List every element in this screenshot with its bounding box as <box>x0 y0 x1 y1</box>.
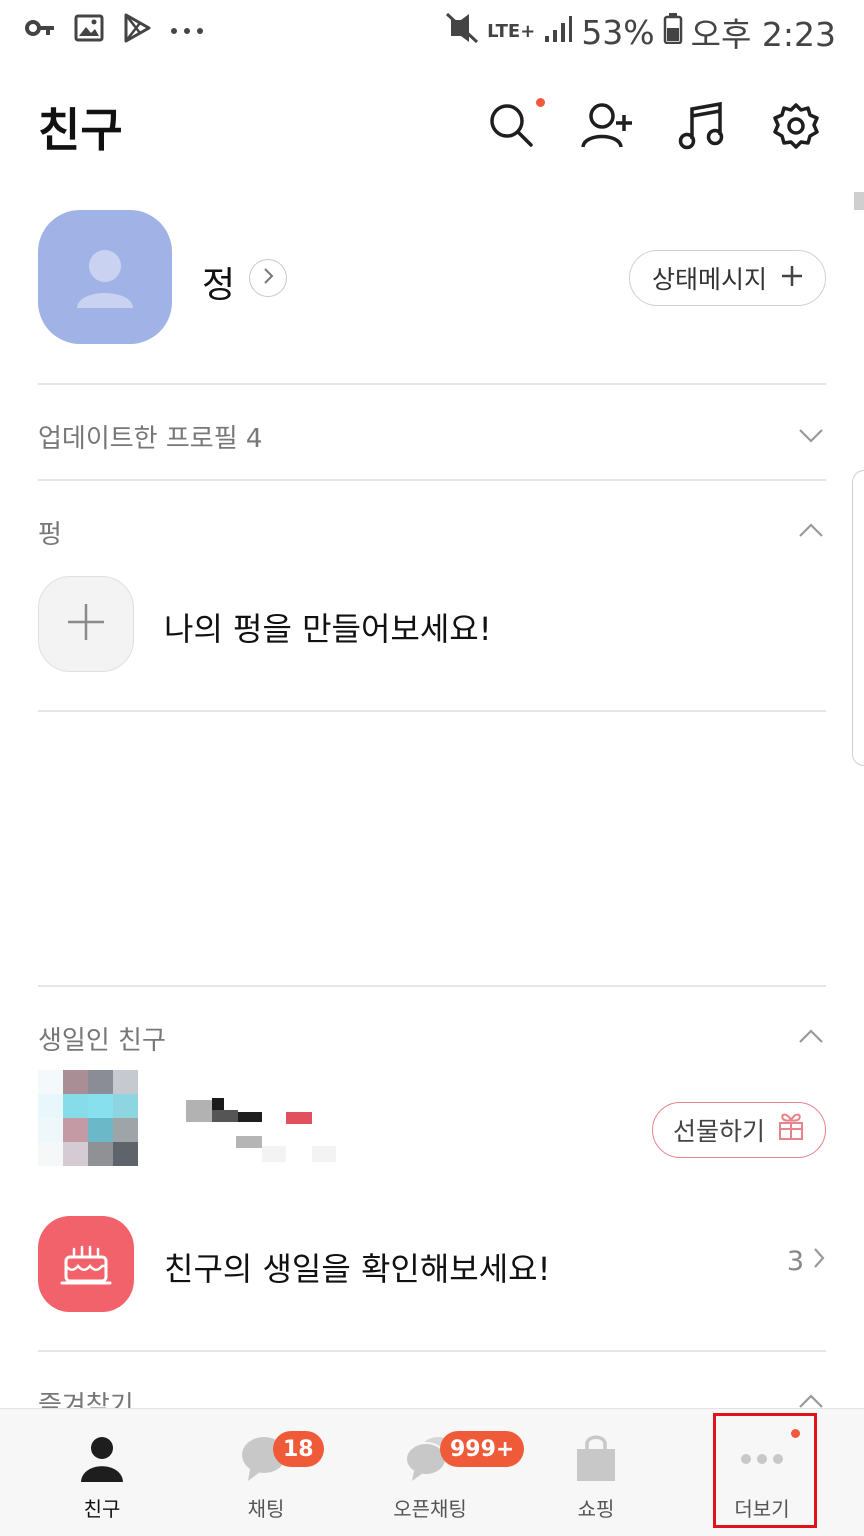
chevron-up-icon[interactable] <box>796 1022 826 1052</box>
avatar[interactable] <box>38 210 172 344</box>
divider <box>38 710 826 712</box>
status-message-button[interactable]: 상태메시지 <box>628 250 826 306</box>
search-button[interactable] <box>482 98 545 158</box>
status-left-icons <box>24 12 204 48</box>
edge-panel-handle[interactable] <box>852 470 864 766</box>
divider <box>38 383 826 385</box>
chevron-right-icon <box>261 267 275 289</box>
more-icon <box>170 21 204 40</box>
default-person-icon <box>77 250 133 308</box>
play-store-icon <box>122 12 152 48</box>
profile-detail-button[interactable] <box>249 259 287 297</box>
music-icon <box>678 101 726 155</box>
settings-icon <box>771 101 821 155</box>
birthday-count: 3 <box>787 1246 826 1277</box>
status-message-label: 상태메시지 <box>651 265 767 294</box>
chevron-right-icon <box>812 1246 826 1277</box>
key-icon <box>24 12 56 48</box>
image-icon <box>74 13 104 47</box>
plus-icon <box>66 602 106 646</box>
status-right: LTE+ 53% 오후 2:23 <box>445 8 836 56</box>
section-label: 업데이트한 프로필 4 <box>38 424 263 454</box>
chevron-down-icon[interactable] <box>796 420 826 450</box>
friend-name-pixelated <box>186 1082 342 1170</box>
add-friend-button[interactable] <box>578 98 638 158</box>
status-bar: LTE+ 53% 오후 2:23 <box>0 0 864 62</box>
create-pung-text: 나의 펑을 만들어보세요! <box>164 610 492 648</box>
add-pung-button[interactable] <box>38 576 134 672</box>
tab-chats[interactable]: 18 채팅 <box>180 1409 352 1536</box>
gift-button[interactable]: 선물하기 <box>651 1102 826 1158</box>
pung-header[interactable]: 펑 <box>38 512 826 552</box>
plus-icon <box>781 264 803 293</box>
gift-label: 선물하기 <box>672 1117 765 1146</box>
settings-button[interactable] <box>766 98 826 158</box>
battery-icon <box>663 12 683 52</box>
tab-friends[interactable]: 친구 <box>16 1409 188 1536</box>
search-icon <box>487 101 537 155</box>
updated-profiles-header[interactable]: 업데이트한 프로필 4 <box>38 416 826 456</box>
add-friend-icon <box>580 101 636 155</box>
shopping-bag-icon <box>570 1433 622 1485</box>
highlight-box <box>713 1413 817 1528</box>
tab-label: 채팅 <box>247 1497 285 1521</box>
scrollbar-thumb[interactable] <box>854 192 864 210</box>
tab-label: 오픈채팅 <box>393 1497 467 1521</box>
signal-icon <box>543 13 573 52</box>
divider <box>38 479 826 481</box>
divider <box>38 985 826 987</box>
birthday-check-row[interactable]: 친구의 생일을 확인해보세요! 3 <box>38 1216 826 1314</box>
birthday-header[interactable]: 생일인 친구 <box>38 1018 826 1058</box>
profile-name: 정 <box>202 265 236 306</box>
battery-percent: 53% <box>581 12 655 52</box>
vibrate-mute-icon <box>445 12 479 52</box>
network-type: LTE+ <box>487 21 536 42</box>
gift-icon <box>777 1112 805 1148</box>
birthday-check-text: 친구의 생일을 확인해보세요! <box>164 1250 551 1288</box>
person-icon <box>76 1433 128 1485</box>
section-label: 펑 <box>38 520 62 550</box>
birthday-count-value: 3 <box>786 1246 804 1277</box>
birthday-friend-row[interactable]: 선물하기 <box>38 1070 826 1180</box>
tab-shopping[interactable]: 쇼핑 <box>510 1409 682 1536</box>
clock: 오후 2:23 <box>690 15 836 54</box>
chat-badge: 18 <box>273 1431 324 1467</box>
divider <box>38 1350 826 1352</box>
tab-label: 쇼핑 <box>577 1497 615 1521</box>
section-label: 생일인 친구 <box>38 1026 166 1056</box>
music-button[interactable] <box>672 98 732 158</box>
chevron-up-icon[interactable] <box>796 516 826 546</box>
page-title: 친구 <box>38 103 123 157</box>
friend-avatar-pixelated[interactable] <box>38 1070 162 1174</box>
search-notification-dot <box>536 98 545 107</box>
tab-label: 친구 <box>83 1497 121 1521</box>
cake-icon <box>38 1216 134 1312</box>
create-pung-row[interactable]: 나의 펑을 만들어보세요! <box>38 576 826 674</box>
tab-openchat[interactable]: 999+ 오픈채팅 <box>344 1409 525 1536</box>
app-header: 친구 <box>0 80 864 176</box>
my-profile-row[interactable]: 정 상태메시지 <box>38 210 826 346</box>
